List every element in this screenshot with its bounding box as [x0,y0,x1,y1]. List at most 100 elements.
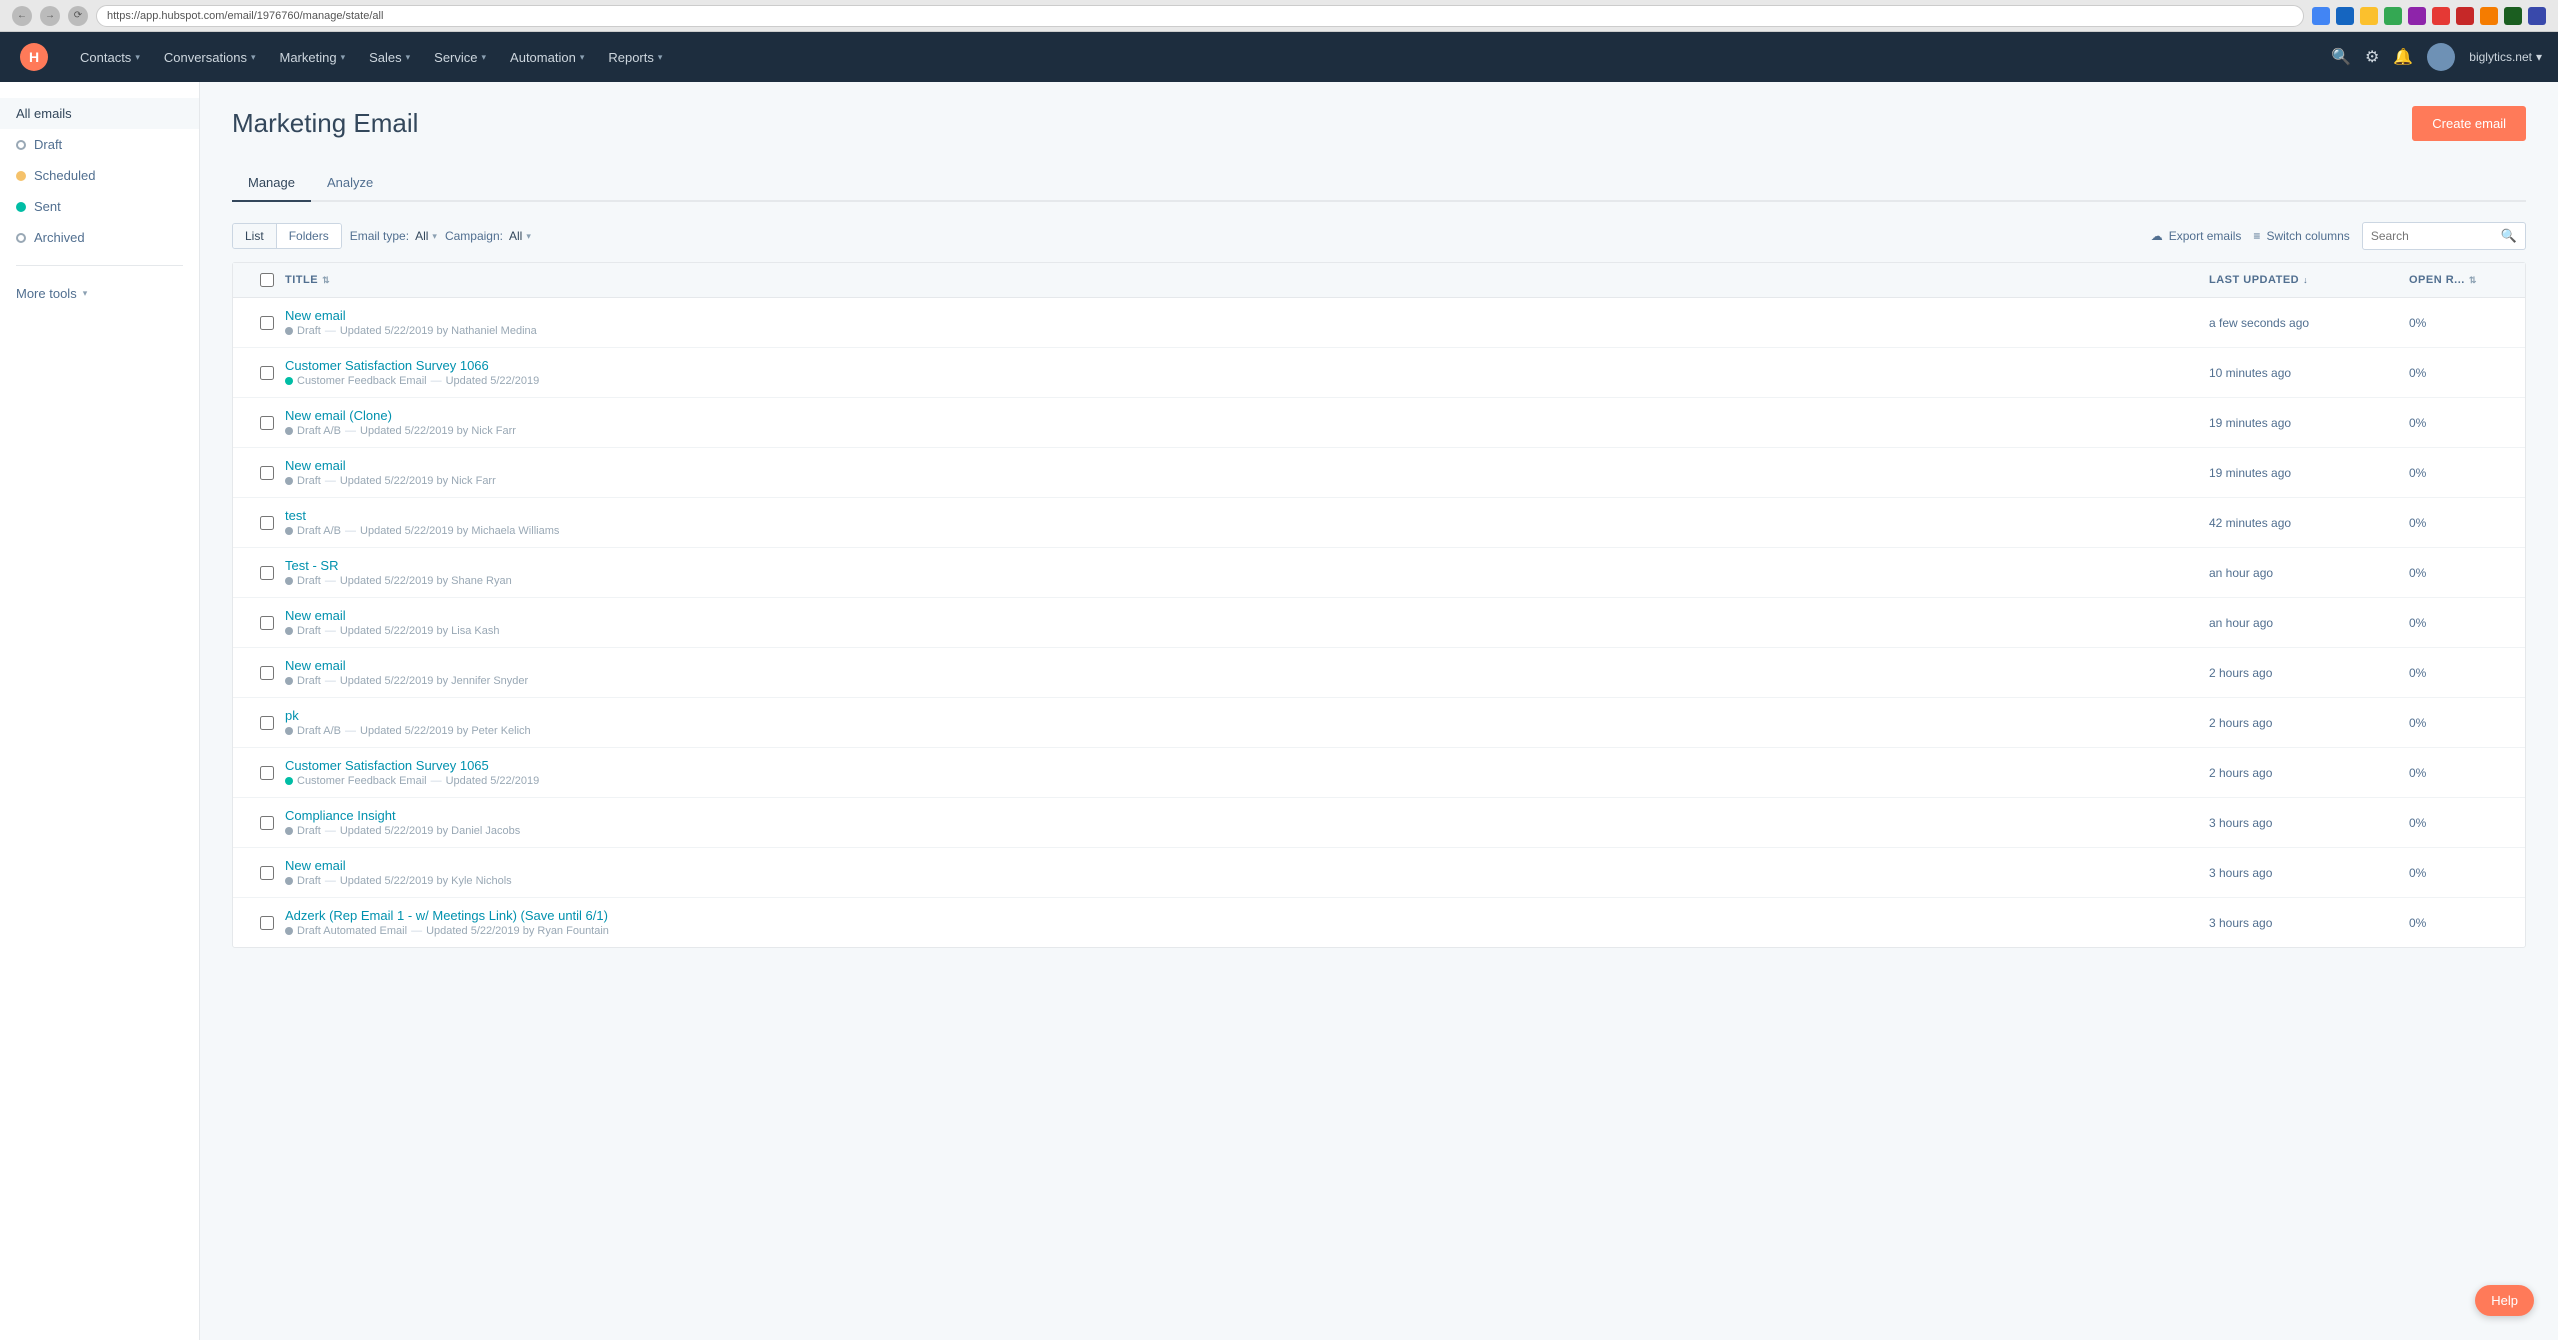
email-title-link[interactable]: Customer Satisfaction Survey 1066 [285,358,2209,373]
more-tools[interactable]: More tools ▾ [0,278,199,309]
status-dot [285,327,293,335]
row-checkbox-6[interactable] [260,566,274,580]
back-button[interactable]: ← [12,6,32,26]
hubspot-logo[interactable]: H [16,39,52,75]
export-button[interactable]: ☁ Export emails [2151,229,2242,243]
status-dot [285,877,293,885]
table-row[interactable]: New email Draft — Updated 5/22/2019 by N… [233,448,2525,498]
row-checkbox-9[interactable] [260,716,274,730]
row-checkbox-4[interactable] [260,466,274,480]
list-view-button[interactable]: List [233,224,277,248]
browser-icon-1 [2312,7,2330,25]
email-title-link[interactable]: pk [285,708,2209,723]
nav-item-contacts[interactable]: Contacts ▾ [68,32,152,82]
email-title-cell: Test - SR Draft — Updated 5/22/2019 by S… [285,558,2209,587]
email-type: Draft [297,675,321,687]
row-checkbox-10[interactable] [260,766,274,780]
row-checkbox-12[interactable] [260,866,274,880]
account-chevron: ▾ [2536,50,2542,64]
sidebar-item-sent[interactable]: Sent [0,191,199,222]
row-checkbox-2[interactable] [260,366,274,380]
tab-manage[interactable]: Manage [232,165,311,202]
user-avatar[interactable] [2427,43,2455,71]
email-open-rate: 0% [2409,666,2509,680]
meta-separator: — [325,575,336,587]
meta-separator: — [325,325,336,337]
table-row[interactable]: pk Draft A/B — Updated 5/22/2019 by Pete… [233,698,2525,748]
url-bar[interactable]: https://app.hubspot.com/email/1976760/ma… [96,5,2304,27]
table-row[interactable]: Compliance Insight Draft — Updated 5/22/… [233,798,2525,848]
tab-analyze[interactable]: Analyze [311,165,389,202]
search-icon[interactable]: 🔍 [2331,47,2351,67]
nav-item-service[interactable]: Service ▾ [422,32,498,82]
email-title-link[interactable]: test [285,508,2209,523]
email-title-link[interactable]: Compliance Insight [285,808,2209,823]
email-type-chip[interactable]: All ▾ [415,229,437,243]
search-input[interactable] [2363,224,2493,248]
row-checkbox-7[interactable] [260,616,274,630]
header-last-updated[interactable]: LAST UPDATED ↓ [2209,274,2409,286]
table-row[interactable]: New email Draft — Updated 5/22/2019 by K… [233,848,2525,898]
row-checkbox-8[interactable] [260,666,274,680]
email-title-link[interactable]: Test - SR [285,558,2209,573]
campaign-chip[interactable]: All ▾ [509,229,531,243]
table-row[interactable]: test Draft A/B — Updated 5/22/2019 by Mi… [233,498,2525,548]
email-title-cell: New email (Clone) Draft A/B — Updated 5/… [285,408,2209,437]
email-title-link[interactable]: New email [285,308,2209,323]
email-title-link[interactable]: New email [285,608,2209,623]
sidebar-all-emails[interactable]: All emails [0,98,199,129]
select-all-checkbox[interactable] [260,273,274,287]
table-row[interactable]: New email Draft — Updated 5/22/2019 by J… [233,648,2525,698]
sidebar-item-archived[interactable]: Archived [0,222,199,253]
table-row[interactable]: Test - SR Draft — Updated 5/22/2019 by S… [233,548,2525,598]
email-type: Draft A/B [297,525,341,537]
folders-view-button[interactable]: Folders [277,224,341,248]
nav-item-reports[interactable]: Reports ▾ [596,32,674,82]
create-email-button[interactable]: Create email [2412,106,2526,141]
row-checkbox-13[interactable] [260,916,274,930]
nav-item-conversations[interactable]: Conversations ▾ [152,32,268,82]
switch-columns-button[interactable]: ≡ Switch columns [2253,229,2349,243]
email-update-meta: Updated 5/22/2019 by Jennifer Snyder [340,675,528,687]
header-title[interactable]: TITLE ⇅ [285,274,2209,286]
table-row[interactable]: Customer Satisfaction Survey 1066 Custom… [233,348,2525,398]
campaign-value: All [509,229,522,243]
row-checkbox-1[interactable] [260,316,274,330]
email-title-cell: pk Draft A/B — Updated 5/22/2019 by Pete… [285,708,2209,737]
reload-button[interactable]: ⟳ [68,6,88,26]
nav-item-marketing[interactable]: Marketing ▾ [267,32,357,82]
tabs: Manage Analyze [232,165,2526,202]
nav-item-automation[interactable]: Automation ▾ [498,32,596,82]
nav-service-chevron: ▾ [482,52,487,63]
email-type-chevron: ▾ [432,231,437,242]
email-title-link[interactable]: New email [285,658,2209,673]
table-row[interactable]: New email (Clone) Draft A/B — Updated 5/… [233,398,2525,448]
email-title-link[interactable]: Customer Satisfaction Survey 1065 [285,758,2209,773]
row-checkbox-11[interactable] [260,816,274,830]
switch-columns-icon: ≡ [2253,229,2260,243]
table-row[interactable]: Customer Satisfaction Survey 1065 Custom… [233,748,2525,798]
sidebar-item-scheduled[interactable]: Scheduled [0,160,199,191]
email-title-link[interactable]: New email [285,858,2209,873]
email-title-link[interactable]: Adzerk (Rep Email 1 - w/ Meetings Link) … [285,908,2209,923]
notifications-icon[interactable]: 🔔 [2393,47,2413,67]
header-open-rate[interactable]: OPEN R... ⇅ [2409,274,2509,286]
table-row[interactable]: Adzerk (Rep Email 1 - w/ Meetings Link) … [233,898,2525,947]
email-title-link[interactable]: New email (Clone) [285,408,2209,423]
campaign-filter: Campaign: All ▾ [445,229,531,243]
search-icon[interactable]: 🔍 [2493,223,2525,249]
sidebar-item-draft[interactable]: Draft [0,129,199,160]
search-box[interactable]: 🔍 [2362,222,2526,250]
nav-item-sales[interactable]: Sales ▾ [357,32,422,82]
table-row[interactable]: New email Draft — Updated 5/22/2019 by N… [233,298,2525,348]
table-row[interactable]: New email Draft — Updated 5/22/2019 by L… [233,598,2525,648]
forward-button[interactable]: → [40,6,60,26]
row-checkbox-3[interactable] [260,416,274,430]
row-checkbox-5[interactable] [260,516,274,530]
account-name[interactable]: biglytics.net ▾ [2469,50,2542,64]
settings-icon[interactable]: ⚙ [2365,47,2379,67]
email-last-updated: 2 hours ago [2209,666,2409,680]
help-button[interactable]: Help [2475,1285,2534,1316]
toolbar-right: ☁ Export emails ≡ Switch columns 🔍 [2151,222,2526,250]
email-title-link[interactable]: New email [285,458,2209,473]
